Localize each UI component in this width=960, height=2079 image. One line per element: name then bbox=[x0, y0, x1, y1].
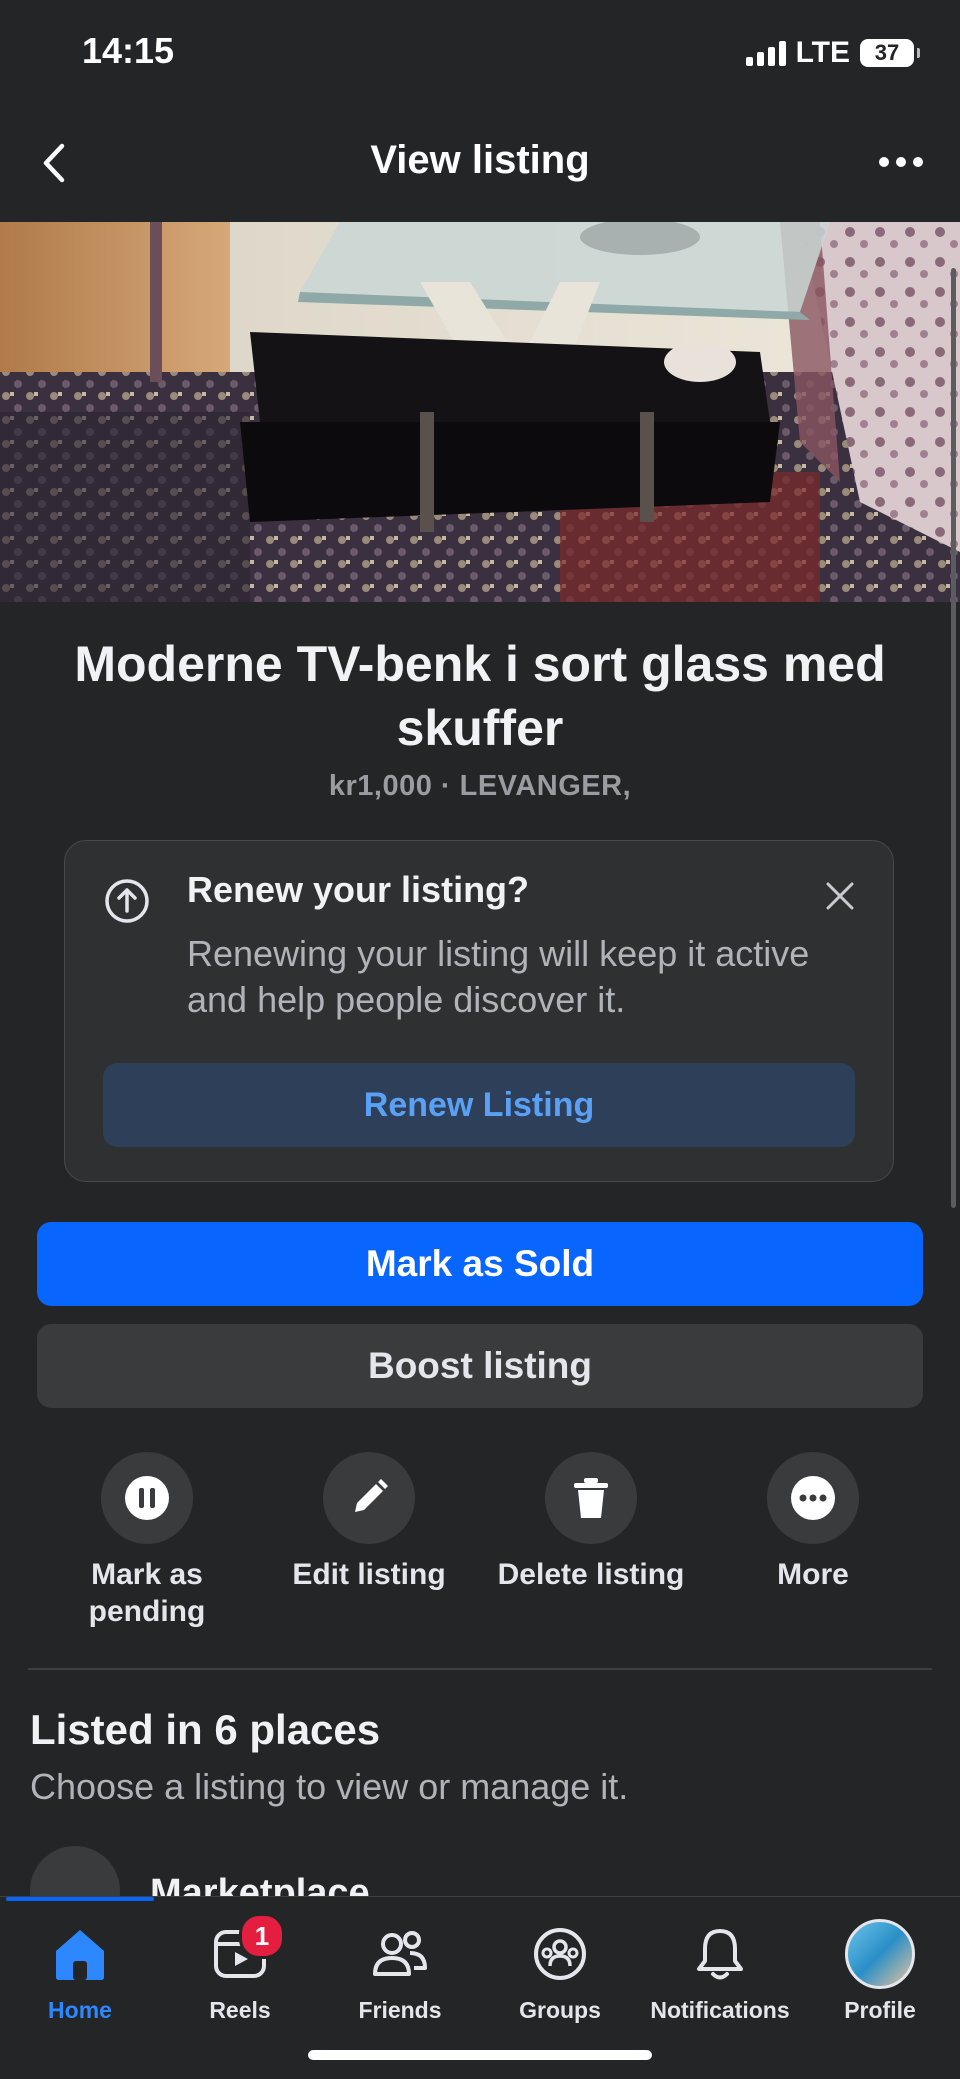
listing-image bbox=[0, 222, 960, 602]
tab-label: Friends bbox=[358, 1997, 442, 2023]
tab-friends[interactable]: Friends bbox=[320, 1919, 480, 2024]
pause-icon bbox=[101, 1452, 193, 1544]
tab-label: Notifications bbox=[650, 1997, 790, 2023]
tab-reels[interactable]: 1 Reels bbox=[160, 1913, 320, 2024]
tab-label: Groups bbox=[519, 1997, 601, 2023]
listing-title: Moderne TV-benk i sort glass med skuffer bbox=[74, 636, 886, 756]
edit-listing-action[interactable]: Edit listing bbox=[269, 1452, 469, 1593]
tab-profile[interactable]: Profile bbox=[800, 1919, 960, 2024]
pencil-icon bbox=[323, 1452, 415, 1544]
tab-label: Reels bbox=[209, 1997, 271, 2023]
boost-listing-button[interactable]: Boost listing bbox=[37, 1324, 923, 1408]
status-time: 14:15 bbox=[82, 30, 175, 71]
action-label: More bbox=[777, 1558, 849, 1591]
arrow-up-circle-icon bbox=[103, 877, 151, 925]
delete-listing-action[interactable]: Delete listing bbox=[491, 1452, 691, 1593]
reels-icon: 1 bbox=[205, 1913, 285, 1989]
tv-bench bbox=[240, 222, 830, 532]
more-horizontal-icon bbox=[767, 1452, 859, 1544]
home-icon bbox=[45, 1919, 115, 1989]
status-indicators: LTE 37 bbox=[745, 36, 920, 70]
section-divider bbox=[28, 1668, 932, 1670]
places-subtitle: Choose a listing to view or manage it. bbox=[30, 1766, 629, 1807]
places-title: Listed in 6 places bbox=[30, 1706, 381, 1753]
battery-icon: 37 bbox=[860, 39, 920, 67]
close-icon bbox=[826, 882, 854, 910]
home-indicator[interactable] bbox=[308, 2050, 652, 2060]
tab-label: Home bbox=[48, 1997, 112, 2023]
network-label: LTE bbox=[795, 36, 850, 69]
reels-badge: 1 bbox=[239, 1913, 285, 1959]
bell-icon bbox=[685, 1919, 755, 1989]
tab-notifications[interactable]: Notifications bbox=[640, 1919, 800, 2024]
tab-home[interactable]: Home bbox=[0, 1919, 160, 2024]
action-label: Delete listing bbox=[497, 1558, 685, 1591]
profile-avatar bbox=[845, 1919, 915, 1989]
renew-card-close-button[interactable] bbox=[825, 881, 855, 911]
page-title: View listing bbox=[370, 138, 590, 182]
listing-photo[interactable] bbox=[0, 222, 960, 602]
listing-price-location: kr1,000 · LEVANGER, bbox=[328, 770, 632, 802]
trash-icon bbox=[545, 1452, 637, 1544]
renew-card-description: Renewing your listing will keep it activ… bbox=[187, 933, 810, 1020]
tab-label: Profile bbox=[844, 1997, 916, 2023]
more-horizontal-icon bbox=[879, 157, 923, 167]
renew-card-title: Renew your listing? bbox=[187, 869, 530, 910]
mark-as-sold-button[interactable]: Mark as Sold bbox=[37, 1222, 923, 1306]
battery-level: 37 bbox=[874, 40, 900, 65]
signal-icon bbox=[745, 40, 786, 66]
action-label: Edit listing bbox=[292, 1558, 446, 1591]
avatar bbox=[845, 1919, 915, 1989]
tab-groups[interactable]: Groups bbox=[480, 1919, 640, 2024]
renew-listing-card: Renew your listing? Renewing your listin… bbox=[64, 840, 894, 1182]
action-label: Mark as pending bbox=[88, 1558, 206, 1628]
more-options-button[interactable] bbox=[876, 150, 926, 174]
mark-as-pending-action[interactable]: Mark as pending bbox=[47, 1452, 247, 1630]
friends-icon bbox=[365, 1919, 435, 1989]
renew-listing-button[interactable]: Renew Listing bbox=[103, 1063, 855, 1147]
scrollbar[interactable] bbox=[951, 268, 956, 1208]
active-tab-indicator bbox=[6, 1897, 154, 1901]
groups-icon bbox=[525, 1919, 595, 1989]
more-action[interactable]: More bbox=[713, 1452, 913, 1593]
